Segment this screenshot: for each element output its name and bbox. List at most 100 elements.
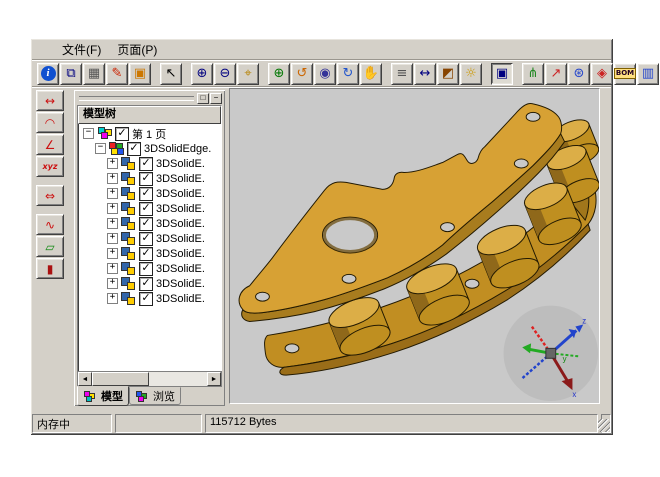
visibility-checkbox[interactable]: ✓ xyxy=(139,277,153,291)
expander-icon[interactable]: − xyxy=(83,128,94,139)
expander-icon[interactable]: + xyxy=(107,293,118,304)
print-button[interactable]: ▦ xyxy=(83,63,105,85)
toolbar-button-icon: ◈ xyxy=(597,67,607,80)
zoom-out-button[interactable]: ⊖ xyxy=(214,63,236,85)
scroll-thumb[interactable] xyxy=(92,372,149,386)
volume-measure-button[interactable]: ▮ xyxy=(36,258,64,279)
expander-icon[interactable]: + xyxy=(107,173,118,184)
area-measure-button[interactable]: ▱ xyxy=(36,236,64,257)
tree-item[interactable]: + ✓ 3DSolidE. xyxy=(78,171,221,186)
rotate-part-button[interactable]: ⊛ xyxy=(568,63,590,85)
visibility-checkbox[interactable]: ✓ xyxy=(139,232,153,246)
visibility-checkbox[interactable]: ✓ xyxy=(139,262,153,276)
visibility-checkbox[interactable]: ✓ xyxy=(115,127,129,141)
rotate-view-button[interactable]: ↺ xyxy=(291,63,313,85)
toolbar-button-icon: ☼ xyxy=(465,67,477,80)
expander-icon[interactable]: + xyxy=(107,278,118,289)
tree-item[interactable]: + ✓ 3DSolidE. xyxy=(78,186,221,201)
tree-item-label: 3DSolidE. xyxy=(156,278,205,290)
visibility-checkbox[interactable]: ✓ xyxy=(139,247,153,261)
light-button[interactable]: ☼ xyxy=(460,63,482,85)
annotate-pen-button[interactable]: ✎ xyxy=(106,63,128,85)
visibility-checkbox[interactable]: ✓ xyxy=(139,172,153,186)
tree-item[interactable]: + ✓ 3DSolidE. xyxy=(78,216,221,231)
expander-icon[interactable]: − xyxy=(95,143,106,154)
tree-item[interactable]: + ✓ 3DSolidE. xyxy=(78,291,221,306)
expander-icon[interactable]: + xyxy=(107,263,118,274)
node-cube-icon xyxy=(108,142,125,155)
tree-item[interactable]: + ✓ 3DSolidE. xyxy=(78,156,221,171)
tree-item[interactable]: + ✓ 3DSolidE. xyxy=(78,201,221,216)
side-toolbar-button-icon: ∠ xyxy=(45,139,56,151)
radius-dimension-button[interactable]: ◠ xyxy=(36,112,64,133)
tree-tab[interactable]: 浏览 xyxy=(129,387,181,405)
toolbar-button-icon: ▥ xyxy=(642,67,654,80)
toolbar-button-icon: i xyxy=(41,66,56,81)
zoom-in-button[interactable]: ⊕ xyxy=(191,63,213,85)
expander-icon[interactable]: + xyxy=(107,203,118,214)
chain-dimension-button[interactable]: ⇔ xyxy=(36,185,64,206)
pan-move-button[interactable]: ⌖ xyxy=(237,63,259,85)
tree-item[interactable]: − ✓ 3DSolidEdge. xyxy=(78,141,221,156)
bom-button[interactable]: BOM xyxy=(614,63,636,85)
curve-length-button[interactable]: ∿ xyxy=(36,214,64,235)
expander-icon[interactable]: + xyxy=(107,188,118,199)
resize-grip[interactable] xyxy=(598,419,610,432)
info-button[interactable]: i xyxy=(37,63,59,85)
expander-icon[interactable]: + xyxy=(107,248,118,259)
expander-icon[interactable]: + xyxy=(107,158,118,169)
viewport-3d[interactable]: z x y xyxy=(229,88,600,404)
tree-column-header[interactable]: 模型树 xyxy=(78,106,221,124)
toolbar-button-icon: ⋔ xyxy=(528,67,539,80)
desktop: { "menu": {"items": [{"label": "文件(F)"},… xyxy=(0,0,660,477)
move-part-button[interactable]: ↗ xyxy=(545,63,567,85)
shaded-sphere-button[interactable]: ◉ xyxy=(314,63,336,85)
linear-dimension-button[interactable]: ↔ xyxy=(36,90,64,111)
node-cube-icon xyxy=(120,172,137,185)
visibility-checkbox[interactable]: ✓ xyxy=(139,202,153,216)
explode-button[interactable]: ◈ xyxy=(591,63,613,85)
scroll-track[interactable] xyxy=(92,372,207,386)
zoom-window-button[interactable]: ⊕ xyxy=(268,63,290,85)
tree-item[interactable]: + ✓ 3DSolidE. xyxy=(78,246,221,261)
visibility-checkbox[interactable]: ✓ xyxy=(139,157,153,171)
tree-tab[interactable]: 模型 xyxy=(77,386,129,406)
assembly-tree-button[interactable]: ⋔ xyxy=(522,63,544,85)
page-frame-button[interactable]: ▣ xyxy=(491,63,513,85)
tree-item[interactable]: + ✓ 3DSolidE. xyxy=(78,276,221,291)
coordinate-dimension-button[interactable]: xyz xyxy=(36,156,64,177)
tree-item[interactable]: + ✓ 3DSolidE. xyxy=(78,261,221,276)
visibility-checkbox[interactable]: ✓ xyxy=(139,187,153,201)
dimension-button[interactable]: ↔ xyxy=(414,63,436,85)
panel-collapse-button[interactable]: − xyxy=(210,93,222,104)
expander-icon[interactable]: + xyxy=(107,218,118,229)
visibility-checkbox[interactable]: ✓ xyxy=(139,217,153,231)
tab-label: 浏览 xyxy=(153,388,175,404)
menu-item[interactable]: 页面(P) xyxy=(109,40,165,59)
export-button[interactable]: ▣ xyxy=(129,63,151,85)
properties-button[interactable]: ▥ xyxy=(637,63,659,85)
pan-hand-button[interactable]: ✋ xyxy=(360,63,382,85)
layers-button[interactable]: ≡ xyxy=(391,63,413,85)
view-cube-button[interactable]: ◩ xyxy=(437,63,459,85)
scroll-left-button[interactable]: ◄ xyxy=(78,372,92,386)
file-preview-button[interactable]: ⧉ xyxy=(60,63,82,85)
orientation-triad[interactable]: z x y xyxy=(504,306,598,401)
panel-float-button[interactable]: □ xyxy=(197,93,209,104)
visibility-checkbox[interactable]: ✓ xyxy=(127,142,141,156)
side-toolbar-button-icon: ↔ xyxy=(45,95,55,107)
expander-icon[interactable]: + xyxy=(107,233,118,244)
tree-item[interactable]: + ✓ 3DSolidE. xyxy=(78,231,221,246)
toolbar-button-icon: ↻ xyxy=(343,67,354,80)
y-axis-label: y xyxy=(563,354,567,363)
scroll-right-button[interactable]: ► xyxy=(207,372,221,386)
panel-drag-grip[interactable] xyxy=(79,96,194,101)
angle-dimension-button[interactable]: ∠ xyxy=(36,134,64,155)
toolbar-button-icon: ◉ xyxy=(319,67,330,80)
spin-view-button[interactable]: ↻ xyxy=(337,63,359,85)
select-button[interactable]: ↖ xyxy=(160,63,182,85)
tree-item[interactable]: − ✓ 第 1 页 xyxy=(78,126,221,141)
tree-item-label: 3DSolidE. xyxy=(156,233,205,245)
visibility-checkbox[interactable]: ✓ xyxy=(139,292,153,306)
menu-item[interactable]: 文件(F) xyxy=(54,40,109,59)
